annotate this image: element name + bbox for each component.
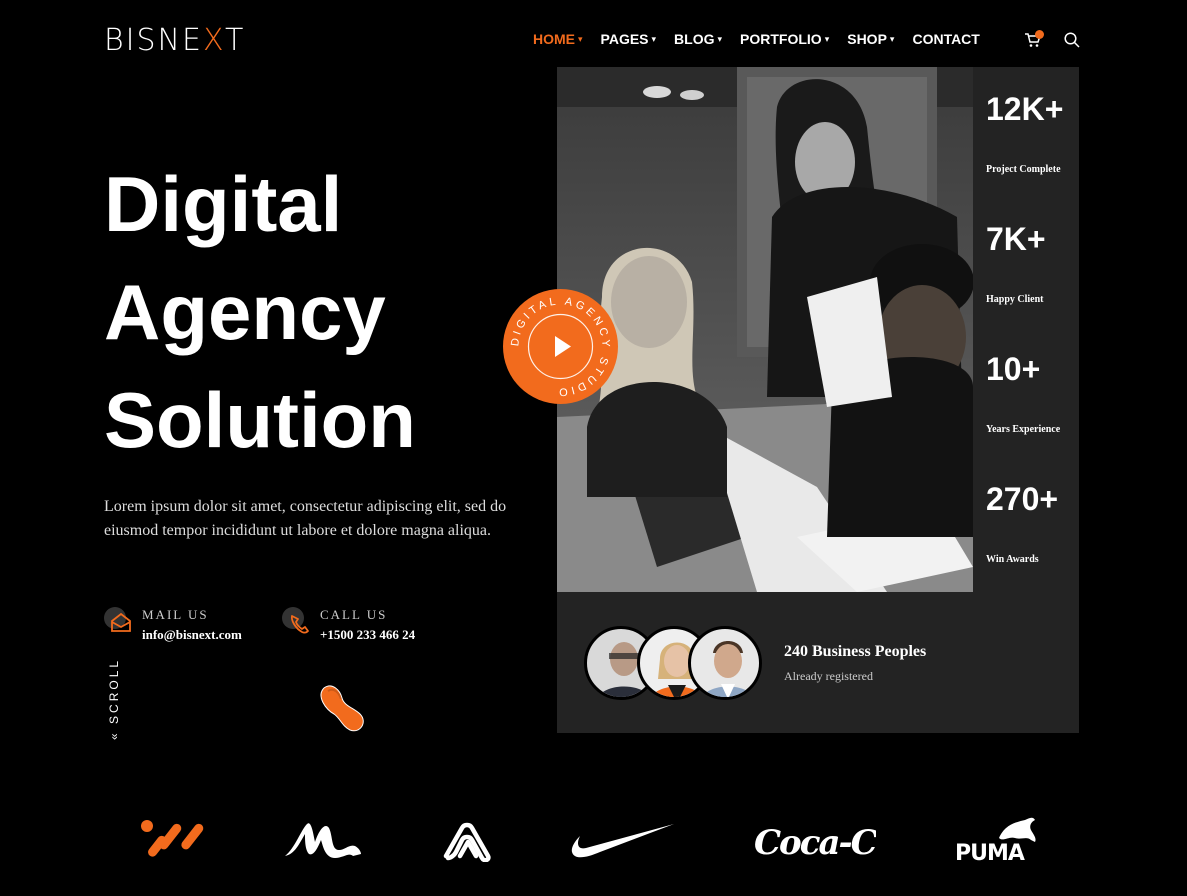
nav-portfolio-label: PORTFOLIO (740, 31, 822, 47)
chevron-down-icon: ▾ (824, 33, 830, 44)
phone-icon-wrap (282, 607, 314, 639)
stat-value: 12K+ (986, 91, 1064, 127)
chevron-down-icon: ▾ (889, 33, 895, 44)
double-chevron-left-icon: « (107, 730, 121, 740)
stat-label: Happy Client (986, 294, 1044, 305)
chevron-down-icon: ▾ (717, 33, 723, 44)
stat-value: 7K+ (986, 221, 1046, 257)
cart-badge (1035, 30, 1044, 39)
logo-text: BISNEXT (104, 22, 246, 58)
nike-logo-icon[interactable] (570, 822, 676, 862)
hero-title-line-2: Agency (104, 268, 386, 356)
brand-logo-3-icon[interactable] (440, 820, 494, 862)
mail-value[interactable]: info@bisnext.com (142, 627, 242, 643)
search-icon[interactable] (1064, 32, 1080, 48)
play-video-button[interactable]: DIGITAL AGENCY STUDIO (503, 289, 618, 404)
stat-label: Win Awards (986, 554, 1039, 565)
mail-label: MAIL US (142, 607, 209, 622)
svg-text:Coca-Cola: Coca-Cola (754, 823, 876, 863)
nav-home-label: HOME (533, 31, 575, 47)
business-panel: 240 Business Peoples Already registered (557, 592, 1079, 733)
hero-title-line-3: Solution (104, 376, 416, 464)
scroll-indicator[interactable]: « SCROLL (98, 658, 128, 760)
svg-text:PUMA: PUMA (955, 841, 1025, 866)
chevron-down-icon: ▾ (651, 33, 657, 44)
brand-logos: Coca-Cola PUMA (0, 806, 1187, 876)
stat-value: 270+ (986, 481, 1059, 517)
avatar (688, 626, 762, 700)
avatar-group (584, 626, 762, 700)
mail-icon (111, 613, 131, 632)
call-label: CALL US (320, 607, 388, 622)
business-title: 240 Business Peoples (784, 643, 927, 660)
stat-experience: 10+ Years Experience (986, 351, 1060, 435)
nav-blog[interactable]: BLOG ▾ (674, 31, 722, 47)
stat-label: Years Experience (986, 424, 1061, 435)
hero-title-line-1: Digital (104, 160, 343, 248)
coca-cola-logo-icon[interactable]: Coca-Cola (752, 816, 876, 866)
team-photo-illustration (557, 67, 973, 592)
stat-clients: 7K+ Happy Client (986, 221, 1046, 305)
stats-panel: 12K+ Project Complete 7K+ Happy Client 1… (973, 67, 1079, 592)
brand-logo-2-icon[interactable] (283, 820, 363, 860)
hero-description: Lorem ipsum dolor sit amet, consectetur … (104, 498, 507, 539)
nav-blog-label: BLOG (674, 31, 715, 47)
nav-pages[interactable]: PAGES ▾ (601, 31, 657, 47)
nav-contact[interactable]: CONTACT (912, 31, 979, 47)
hero-title: Digital Agency Solution (104, 150, 524, 474)
puma-logo-icon[interactable]: PUMA (955, 816, 1041, 866)
brand-logo-1-icon[interactable] (140, 818, 206, 862)
nav-shop-label: SHOP (847, 31, 887, 47)
nav-home[interactable]: HOME ▾ (533, 31, 583, 47)
nav-portfolio[interactable]: PORTFOLIO ▾ (740, 31, 829, 47)
mail-contact[interactable]: MAIL US info@bisnext.com (104, 607, 242, 643)
call-value[interactable]: +1500 233 466 24 (320, 627, 415, 643)
chevron-down-icon: ▾ (578, 33, 583, 44)
decorative-blob-icon (320, 685, 364, 732)
stat-value: 10+ (986, 351, 1041, 387)
nav-shop[interactable]: SHOP ▾ (847, 31, 894, 47)
nav-contact-label: CONTACT (912, 31, 980, 47)
stat-awards: 270+ Win Awards (986, 481, 1058, 565)
call-contact[interactable]: CALL US +1500 233 466 24 (282, 607, 415, 643)
logo[interactable]: BISNEXT (104, 22, 245, 58)
nav-pages-label: PAGES (600, 31, 649, 47)
stat-label: Project Complete (986, 164, 1061, 175)
business-subtitle: Already registered (784, 669, 873, 683)
phone-icon (290, 615, 309, 634)
mail-icon-wrap (104, 607, 136, 639)
scroll-label: SCROLL (107, 657, 121, 724)
team-photo (557, 67, 973, 592)
main-nav: HOME ▾ PAGES ▾ BLOG ▾ PORTFOLIO ▾ SHOP ▾ CONT… (533, 31, 998, 47)
stat-projects: 12K+ Project Complete (986, 91, 1063, 175)
